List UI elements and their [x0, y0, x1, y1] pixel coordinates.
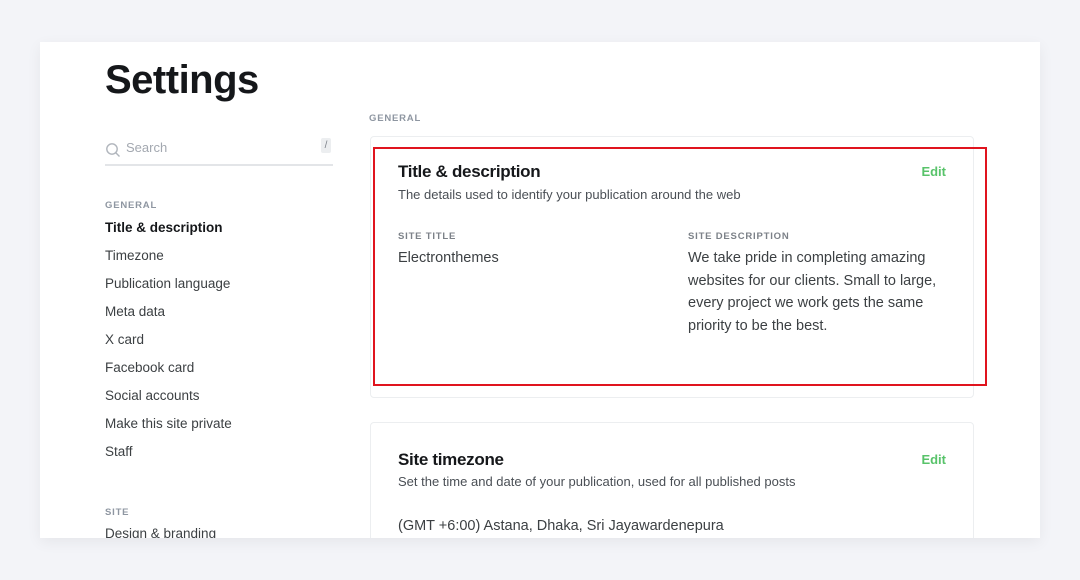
sidebar-item-publication-language[interactable]: Publication language [105, 274, 232, 302]
sidebar-item-timezone[interactable]: Timezone [105, 246, 232, 274]
settings-window: Settings Search / GENERAL Title & descri… [40, 42, 1040, 538]
search-placeholder: Search [126, 140, 168, 155]
card-title: Title & description [398, 162, 541, 181]
page-title: Settings [105, 58, 259, 102]
main-section-general: GENERAL [369, 113, 422, 124]
search-input[interactable]: Search / [105, 134, 333, 166]
card-title-description: Title & description The details used to … [370, 136, 974, 398]
sidebar-item-staff[interactable]: Staff [105, 442, 232, 470]
timezone-value: (GMT +6:00) Astana, Dhaka, Sri Jayawarde… [398, 518, 724, 534]
sidebar-item-make-site-private[interactable]: Make this site private [105, 414, 232, 442]
site-description-value: We take pride in completing amazing webs… [688, 250, 937, 334]
edit-timezone-button[interactable]: Edit [921, 452, 946, 467]
sidebar-item-meta-data[interactable]: Meta data [105, 302, 232, 330]
card-site-timezone: Site timezone Set the time and date of y… [370, 422, 974, 538]
site-title-label: SITE TITLE [398, 231, 457, 242]
site-description-label: SITE DESCRIPTION [688, 231, 790, 242]
card-title: Site timezone [398, 450, 504, 469]
card-description: The details used to identify your public… [398, 187, 741, 202]
sidebar-section-site: SITE [105, 507, 130, 518]
sidebar-site-list: Design & branding [105, 524, 216, 538]
sidebar-item-design-branding[interactable]: Design & branding [105, 524, 216, 538]
sidebar-item-title-description[interactable]: Title & description [105, 218, 232, 246]
sidebar-section-general: GENERAL [105, 200, 158, 211]
site-title-value: Electronthemes [398, 250, 499, 266]
search-shortcut-key: / [321, 138, 331, 153]
sidebar-item-facebook-card[interactable]: Facebook card [105, 358, 232, 386]
search-icon [106, 143, 120, 157]
card-description: Set the time and date of your publicatio… [398, 474, 796, 489]
edit-title-description-button[interactable]: Edit [921, 164, 946, 179]
sidebar-general-list: Title & description Timezone Publication… [105, 218, 232, 470]
sidebar-item-x-card[interactable]: X card [105, 330, 232, 358]
sidebar-item-social-accounts[interactable]: Social accounts [105, 386, 232, 414]
